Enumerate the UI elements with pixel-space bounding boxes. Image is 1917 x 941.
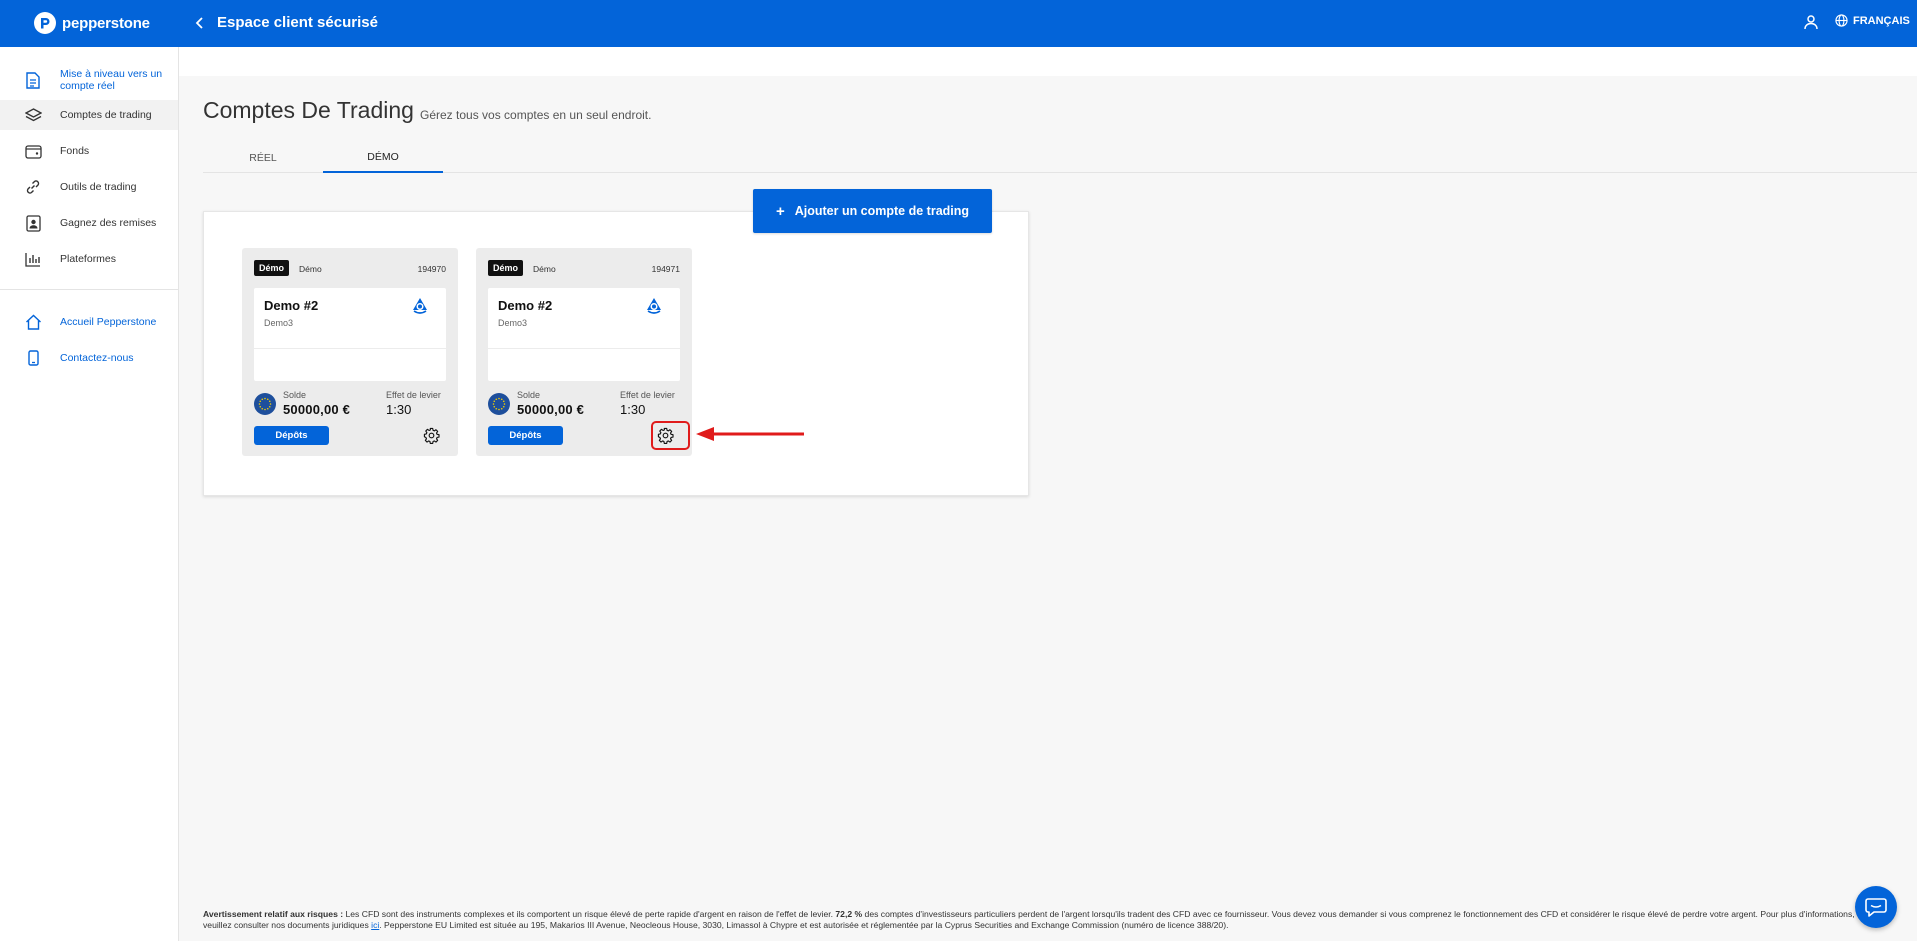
deposit-button[interactable]: Dépôts [488,426,563,445]
bar-chart-icon [24,250,42,268]
deposit-button[interactable]: Dépôts [254,426,329,445]
header-title: Espace client sécurisé [217,14,378,31]
disclaimer-title: Avertissement relatif aux risques : [203,909,344,919]
account-type: Démo [533,264,556,274]
language-label: FRANÇAIS [1853,14,1910,27]
sidebar-item-label: Mise à niveau vers un compte réel [60,68,163,92]
back-chevron-icon[interactable] [190,12,210,34]
account-details-footer [488,349,680,381]
account-name: Demo #2 [264,298,319,313]
balance-label: Solde [517,390,541,400]
user-icon[interactable] [1803,14,1821,32]
sidebar-link-contact[interactable]: Contactez-nous [0,346,178,370]
account-badge: Démo [254,260,290,276]
eur-flag-icon [254,393,276,415]
balance-label: Solde [283,390,307,400]
tab-real[interactable]: RÉEL [203,142,323,173]
disclaimer-percent: 72,2 % [835,909,863,919]
balance-value: 50000,00 € [283,402,351,417]
add-button-label: Ajouter un compte de trading [794,204,970,218]
sidebar-item-label: Comptes de trading [60,109,152,121]
chat-button[interactable] [1855,886,1897,928]
disclaimer-text: . Pepperstone EU Limited est située au 1… [379,920,1229,930]
pepperstone-logo-icon [34,12,56,34]
account-name: Demo #2 [498,298,553,313]
link-icon [24,178,42,196]
account-details[interactable]: Demo #2 Demo3 [488,288,680,348]
sidebar-item-trading-accounts[interactable]: Comptes de trading [0,100,178,130]
top-header: pepperstone Espace client sécurisé FRANÇ… [0,0,1917,47]
phone-icon [24,349,42,367]
sidebar-item-platforms[interactable]: Plateformes [0,244,178,274]
annotation-arrow [696,427,804,441]
account-details-footer [254,349,446,381]
sidebar-item-rebates[interactable]: Gagnez des remises [0,208,178,238]
plus-icon: + [775,202,785,220]
pepperstone-logo[interactable]: pepperstone [34,12,150,34]
page-title: Comptes De Trading [203,97,414,123]
top-band [0,47,1917,76]
leverage-value: 1:30 [620,402,646,417]
leverage-label: Effet de levier [386,390,441,400]
sidebar-link-label: Accueil Pepperstone [60,316,157,328]
user-card-icon [24,214,42,232]
disclaimer-text: Les CFD sont des instruments complexes e… [343,909,836,919]
eur-flag-icon [488,393,510,415]
globe-icon [1835,14,1848,27]
sidebar-item-label: Outils de trading [60,181,137,193]
account-details[interactable]: Demo #2 Demo3 [254,288,446,348]
sidebar-item-upgrade[interactable]: Mise à niveau vers un compte réel [0,66,178,94]
sidebar-item-trading-tools[interactable]: Outils de trading [0,172,178,202]
page-subtitle: Gérez tous vos comptes en un seul endroi… [420,108,652,122]
sidebar-item-funds[interactable]: Fonds [0,136,178,166]
account-group: Demo3 [264,318,294,328]
metatrader-icon [413,298,427,314]
sidebar-link-home[interactable]: Accueil Pepperstone [0,310,178,334]
add-trading-account-button[interactable]: + Ajouter un compte de trading [753,189,992,233]
document-icon [24,71,42,89]
sidebar-item-label: Gagnez des remises [60,217,157,229]
home-icon [24,313,42,331]
wallet-icon [24,142,42,160]
settings-gear-icon[interactable] [422,426,440,444]
layers-icon [24,106,42,124]
account-badge: Démo [488,260,524,276]
chat-icon [1865,898,1887,917]
sidebar: Mise à niveau vers un compte réel Compte… [0,47,179,941]
sidebar-item-label: Plateformes [60,253,117,265]
account-card: Démo Démo 194970 Demo #2 Demo3 Solde 500… [242,248,458,456]
account-group: Demo3 [498,318,528,328]
balance-value: 50000,00 € [517,402,585,417]
tab-demo[interactable]: DÉMO [323,142,443,173]
annotation-highlight-box [651,421,690,450]
leverage-value: 1:30 [386,402,412,417]
risk-disclaimer: Avertissement relatif aux risques : Les … [203,909,1863,931]
leverage-label: Effet de levier [620,390,675,400]
metatrader-icon [647,298,661,314]
language-selector[interactable]: FRANÇAIS [1835,14,1910,27]
account-number: 194971 [651,264,680,274]
sidebar-link-label: Contactez-nous [60,352,134,364]
sidebar-item-label: Fonds [60,145,90,157]
account-tabs: RÉEL DÉMO [203,142,1917,173]
account-number: 194970 [417,264,446,274]
logo-text: pepperstone [62,14,150,32]
account-type: Démo [299,264,322,274]
sidebar-divider [0,289,178,290]
